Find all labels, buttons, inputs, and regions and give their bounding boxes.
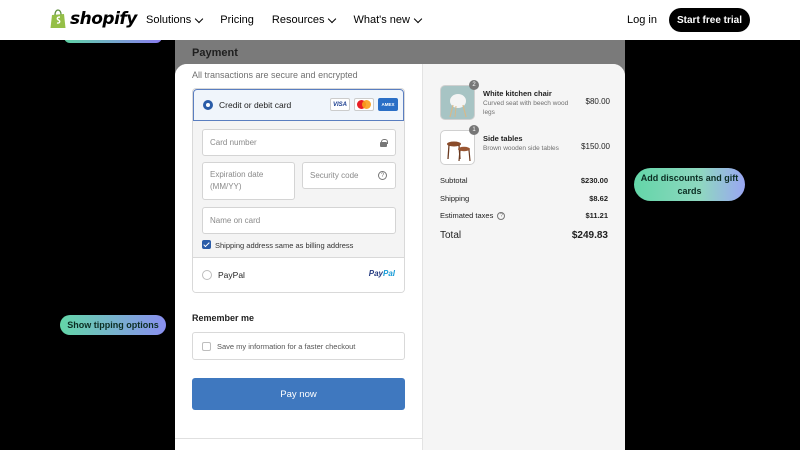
- order-item: 2 White kitchen chair Curved seat with b…: [440, 80, 610, 121]
- total-value: $249.83: [571, 230, 608, 241]
- secure-note: All transactions are secure and encrypte…: [192, 70, 358, 80]
- card-brands: VISA AMEX: [330, 98, 398, 111]
- taxes-label: Estimated taxes: [440, 211, 494, 220]
- billing-same-checkbox[interactable]: [202, 240, 211, 249]
- taxes-label-wrap: Estimated taxes?: [440, 211, 506, 221]
- expiration-label-1: Expiration date: [210, 170, 264, 179]
- login-link[interactable]: Log in: [627, 14, 657, 26]
- remember-me-checkbox[interactable]: [202, 342, 211, 351]
- shopify-logo[interactable]: shopify: [50, 9, 137, 29]
- shipping-label: Shipping: [440, 194, 470, 203]
- main-menu: Solutions Pricing Resources What's new: [146, 0, 439, 40]
- item-name: White kitchen chair: [483, 89, 552, 98]
- chair-thumbnail: [440, 85, 475, 120]
- chevron-down-icon: [413, 14, 423, 23]
- chair-image: [449, 94, 467, 118]
- subtotal-label: Subtotal: [440, 176, 468, 185]
- menu-pricing[interactable]: Pricing: [220, 14, 254, 26]
- payment-methods: Credit or debit card VISA AMEX Expiratio: [192, 88, 405, 293]
- payment-section: All transactions are secure and encrypte…: [175, 64, 422, 450]
- card-radio[interactable]: [203, 100, 213, 110]
- pay-now-button[interactable]: Pay now: [192, 378, 405, 410]
- subtotal-value: $230.00: [580, 176, 608, 185]
- card-option-label: Credit or debit card: [219, 100, 292, 110]
- paypal-radio[interactable]: [202, 270, 212, 280]
- menu-solutions-label: Solutions: [146, 14, 192, 26]
- security-code-input[interactable]: [310, 171, 388, 180]
- divider: [175, 438, 422, 439]
- shipping-row: Shipping $8.62: [440, 194, 608, 203]
- add-discounts-pill[interactable]: Add discounts and gift cards: [634, 168, 745, 201]
- card-number-field[interactable]: [202, 129, 396, 156]
- taxes-row: Estimated taxes? $11.21: [440, 211, 608, 221]
- brand-name: shopify: [70, 9, 137, 29]
- menu-resources[interactable]: Resources: [271, 14, 337, 26]
- menu-resources-label: Resources: [271, 14, 325, 26]
- quantity-badge: 1: [469, 125, 479, 135]
- billing-same-label: Shipping address same as billing address: [215, 241, 354, 250]
- name-on-card-input[interactable]: [210, 216, 388, 225]
- item-price: $80.00: [585, 97, 610, 106]
- menu-whats-new[interactable]: What's new: [353, 14, 423, 26]
- item-description: Curved seat with beech wood legs: [483, 100, 569, 116]
- total-label: Total: [440, 230, 462, 241]
- side-tables-thumbnail: [440, 130, 475, 165]
- card-number-input[interactable]: [210, 138, 388, 147]
- mastercard-icon: [354, 98, 374, 111]
- taxes-value: $11.21: [585, 211, 608, 220]
- quantity-badge: 2: [469, 80, 479, 90]
- expiration-placeholder: Expiration date (MM/YY): [210, 169, 263, 193]
- item-price: $150.00: [581, 142, 610, 151]
- remember-me-option[interactable]: Save my information for a faster checkou…: [192, 332, 405, 360]
- menu-solutions[interactable]: Solutions: [146, 14, 204, 26]
- checkout-card: All transactions are secure and encrypte…: [175, 64, 625, 450]
- start-free-trial-button[interactable]: Start free trial: [669, 8, 750, 32]
- order-item: 1 Side tables Brown wooden side tables $…: [440, 125, 610, 166]
- security-code-field[interactable]: ?: [302, 162, 396, 189]
- order-summary: 2 White kitchen chair Curved seat with b…: [422, 64, 625, 450]
- menu-whats-new-label: What's new: [353, 14, 410, 26]
- shipping-value: $8.62: [589, 194, 608, 203]
- lock-icon: [380, 139, 388, 147]
- chevron-down-icon: [328, 14, 337, 23]
- info-icon[interactable]: ?: [497, 212, 506, 221]
- expiration-label-2: (MM/YY): [210, 182, 242, 191]
- expiration-date-field[interactable]: Expiration date (MM/YY): [202, 162, 295, 200]
- visa-icon: VISA: [330, 98, 350, 111]
- name-on-card-field[interactable]: [202, 207, 396, 234]
- paypal-payment-option[interactable]: PayPal PayPal: [193, 257, 404, 292]
- card-payment-option[interactable]: Credit or debit card VISA AMEX: [193, 89, 404, 121]
- shopping-bag-icon: [50, 9, 66, 28]
- subtotal-row: Subtotal $230.00: [440, 176, 608, 185]
- payment-heading: Payment: [192, 47, 238, 59]
- amex-icon: AMEX: [378, 98, 398, 111]
- help-icon[interactable]: ?: [378, 171, 387, 180]
- remember-me-heading: Remember me: [192, 313, 255, 323]
- menu-pricing-label: Pricing: [220, 14, 254, 26]
- show-tipping-pill[interactable]: Show tipping options: [60, 315, 166, 335]
- item-name: Side tables: [483, 134, 523, 143]
- remember-me-label: Save my information for a faster checkou…: [217, 342, 356, 351]
- item-description: Brown wooden side tables: [483, 145, 559, 152]
- top-nav: shopify Solutions Pricing Resources What…: [0, 0, 800, 40]
- side-tables-image: [447, 141, 471, 162]
- total-row: Total $249.83: [440, 230, 608, 241]
- card-fields: Expiration date (MM/YY) ? Shipping addre…: [193, 121, 404, 257]
- chevron-down-icon: [195, 14, 204, 23]
- paypal-logo-icon: PayPal: [368, 269, 395, 278]
- paypal-option-label: PayPal: [218, 270, 245, 280]
